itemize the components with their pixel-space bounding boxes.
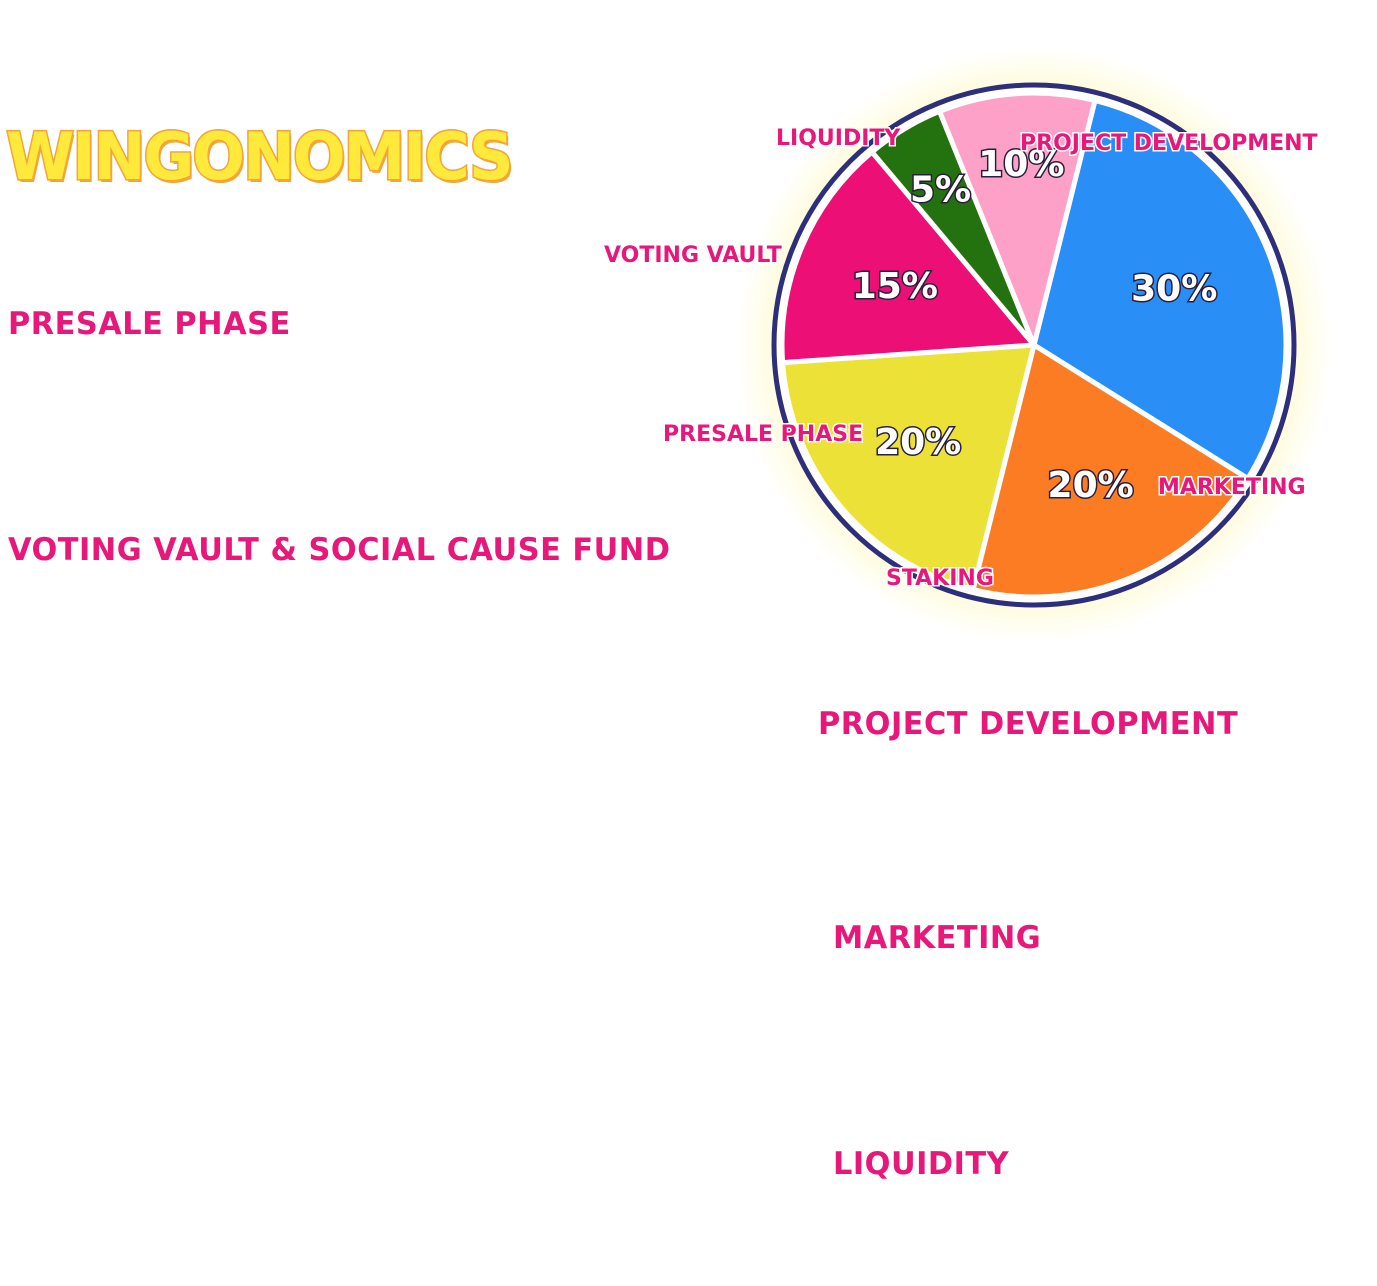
section-heading-presale: PRESALE PHASE [8, 306, 291, 342]
pie-slice-name-label: MARKETING [1158, 475, 1306, 500]
pie-percent-label: 15% [852, 266, 938, 307]
section-heading-project-development: PROJECT DEVELOPMENT [818, 706, 1239, 742]
section-heading-voting-vault: VOTING VAULT & SOCIAL CAUSE FUND [8, 532, 671, 568]
pie-percent-label: 5% [910, 169, 971, 210]
pie-percent-label: 20% [1048, 465, 1134, 506]
pie-slice-name-label: LIQUIDITY [776, 126, 901, 151]
section-heading-liquidity: LIQUIDITY [833, 1146, 1010, 1182]
pie-slice-name-label: PROJECT DEVELOPMENT [1020, 131, 1318, 156]
pie-slice-name-label: STAKING [886, 566, 994, 591]
pie-slice-name-label: VOTING VAULT [604, 243, 782, 268]
tokenomics-pie-chart: 30% 20% 20% 15% 5% 10% PROJECT DEVELOPMENT MAR… [0, 0, 1377, 700]
pie-percent-label: 30% [1131, 268, 1217, 309]
section-heading-marketing: MARKETING [833, 920, 1042, 956]
pie-percent-label: 20% [875, 422, 961, 463]
pie-chart-svg: 30%20%20%15%5%10% PROJECT DEVELOPMENTMAR… [603, 47, 1332, 643]
pie-slice-name-label: PRESALE PHASE [663, 422, 863, 447]
